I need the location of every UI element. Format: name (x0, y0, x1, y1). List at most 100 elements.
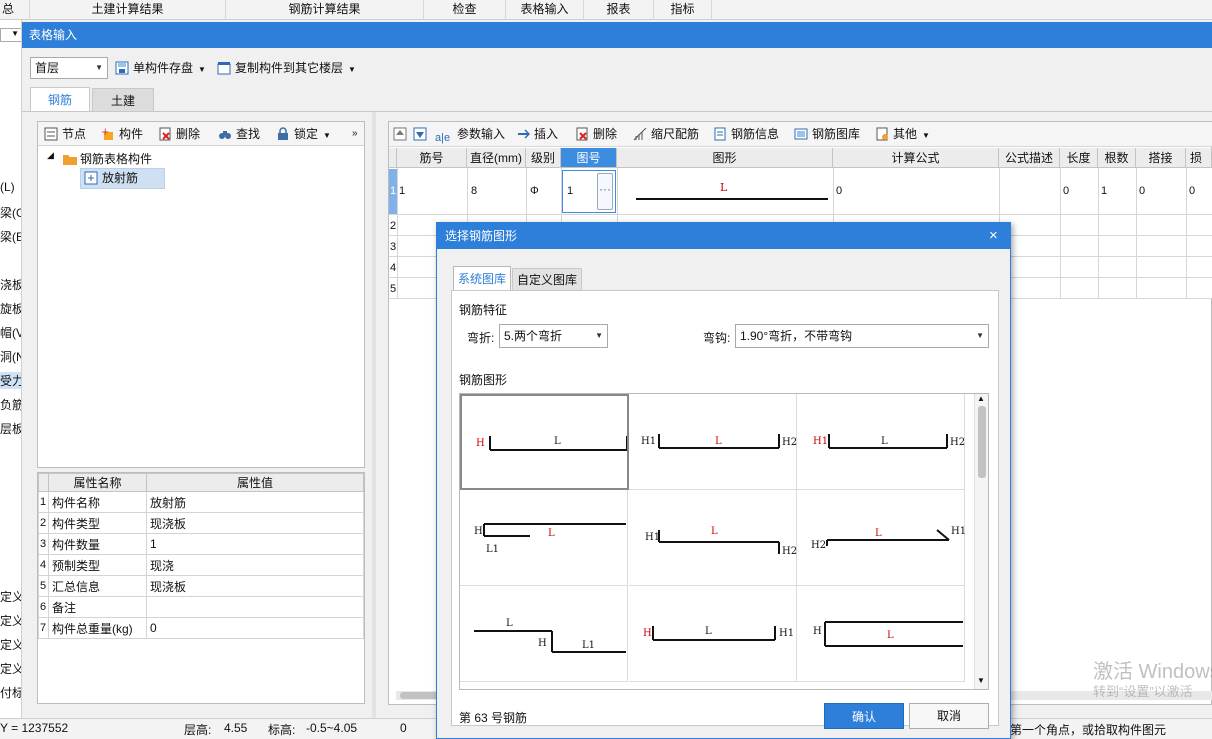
gallery-scrollbar[interactable]: ▲ ▼ (974, 394, 988, 689)
menu-item-report[interactable]: 报表 (584, 0, 654, 20)
svg-text:L: L (887, 630, 894, 641)
panel-splitter[interactable] (372, 112, 376, 718)
nav-item[interactable]: 梁(E (0, 228, 21, 245)
tree-child-node-selected[interactable]: 放射筋 (80, 168, 165, 189)
left-combo-stub[interactable]: ▼ (0, 28, 21, 42)
component-button[interactable]: + 构件 (101, 123, 143, 145)
nav-item[interactable]: 定义 (0, 588, 21, 605)
tab-system-library[interactable]: 系统图库 (453, 266, 511, 290)
property-value[interactable]: 现浇 (146, 554, 364, 576)
scroll-down-icon[interactable]: ▼ (977, 676, 985, 685)
hook-select-value: 1.90°弯折，不带弯钩 (740, 329, 853, 343)
folder-icon (62, 152, 77, 166)
nav-item[interactable]: 层板 (0, 420, 21, 437)
cell-bar-no[interactable]: 1 (399, 185, 405, 197)
property-value[interactable]: 现浇板 (146, 512, 364, 534)
nav-item[interactable]: 付标 (0, 684, 21, 701)
collapse-triangle-icon[interactable]: ◢ (47, 150, 54, 161)
svg-text:H: H (813, 626, 822, 637)
shape-option[interactable]: L H1 H2 (797, 490, 966, 586)
property-row-number: 3 (38, 533, 49, 555)
cell-diameter[interactable]: 8 (471, 185, 477, 197)
hook-select[interactable]: 1.90°弯折，不带弯钩 ▼ (735, 324, 989, 348)
nav-item[interactable]: 定义 (0, 636, 21, 653)
cell-shape-no-editor[interactable]: 1 ··· (562, 170, 616, 213)
menu-item-civil-results[interactable]: 土建计算结果 (30, 0, 226, 20)
shape-option-selected[interactable]: H L (460, 394, 629, 490)
nav-item[interactable]: 浇板 (0, 276, 21, 293)
save-component-button[interactable]: 单构件存盘 ▼ (115, 57, 206, 79)
svg-text:L1: L1 (582, 640, 595, 651)
ellipsis-button[interactable]: ··· (597, 173, 613, 210)
close-icon[interactable]: × (989, 227, 998, 245)
cell-length[interactable]: 0 (1063, 185, 1069, 197)
shape-option[interactable]: H1 L H2 (797, 394, 965, 490)
delete-button[interactable]: 删除 (158, 123, 200, 145)
grid-delete-button[interactable]: 删除 (575, 123, 617, 145)
grid-header-lap: 搭接 (1136, 148, 1186, 168)
other-button[interactable]: 其他 ▼ (875, 123, 930, 145)
shape-option[interactable]: L H L1 (460, 586, 628, 682)
insert-button[interactable]: 插入 (516, 123, 558, 145)
nav-item[interactable]: (L) (0, 180, 21, 194)
tab-rebar[interactable]: 钢筋 (30, 87, 90, 111)
nav-item-selected[interactable]: 受力 (0, 372, 21, 389)
rebar-info-button[interactable]: 钢筋信息 (713, 123, 779, 145)
cell-grade[interactable]: Φ (530, 185, 539, 197)
menu-item-check[interactable]: 检查 (424, 0, 506, 20)
lock-button[interactable]: 锁定 ▼ (276, 123, 331, 145)
menu-item-rebar-results[interactable]: 钢筋计算结果 (226, 0, 424, 20)
tab-civil[interactable]: 土建 (92, 88, 154, 111)
scale-rebar-button[interactable]: 缩尺配筋 (633, 123, 699, 145)
scroll-up-icon[interactable]: ▲ (977, 394, 985, 403)
cell-loss[interactable]: 0 (1189, 185, 1195, 197)
property-value[interactable]: 放射筋 (146, 491, 364, 513)
rebar-library-button[interactable]: 钢筋图库 (794, 123, 860, 145)
property-header-value: 属性值 (146, 473, 364, 492)
nav-item[interactable]: 帽(V (0, 324, 21, 341)
move-down-button[interactable] (413, 123, 431, 145)
menu-item-index[interactable]: 指标 (654, 0, 712, 20)
cell-formula[interactable]: 0 (836, 185, 842, 197)
shape-option[interactable]: H1 L H2 (629, 394, 797, 490)
property-value[interactable]: 0 (146, 617, 364, 639)
floor-select[interactable]: 首层 ▼ (30, 57, 108, 79)
nav-item[interactable]: 负筋 (0, 396, 21, 413)
tab-custom-library[interactable]: 自定义图库 (512, 268, 582, 290)
menu-item-summary[interactable]: 总 (0, 0, 30, 20)
shape-option[interactable]: H L H1 (629, 586, 797, 682)
nav-item[interactable]: 洞(N (0, 348, 21, 365)
property-value[interactable]: 现浇板 (146, 575, 364, 597)
cancel-button[interactable]: 取消 (909, 703, 989, 729)
find-button[interactable]: 查找 (218, 123, 260, 145)
nav-item[interactable]: 定义 (0, 612, 21, 629)
other-icon (875, 126, 889, 141)
cell-lap[interactable]: 0 (1139, 185, 1145, 197)
move-up-button[interactable] (393, 123, 411, 145)
tree-root-node[interactable]: 钢筋表格构件 (62, 150, 152, 167)
property-value[interactable]: 1 (146, 533, 364, 555)
scrollbar-thumb[interactable] (978, 406, 986, 478)
shape-option[interactable]: H1 L H2 (629, 490, 797, 586)
shape-option[interactable]: H L L1 (460, 490, 628, 586)
chevron-down-icon: ▼ (595, 331, 603, 340)
nav-item[interactable]: 旋板 (0, 300, 21, 317)
copy-to-floors-button[interactable]: 复制构件到其它楼层 ▼ (217, 57, 356, 79)
confirm-button[interactable]: 确认 (824, 703, 904, 729)
status-y-coordinate: Y = 1237552 (0, 721, 69, 735)
nav-item[interactable]: 定义 (0, 660, 21, 677)
property-value[interactable] (146, 596, 364, 618)
svg-text:H: H (538, 638, 547, 649)
cell-count[interactable]: 1 (1101, 185, 1107, 197)
overflow-chevron-icon[interactable]: » (352, 123, 358, 145)
nav-item[interactable]: 梁(G (0, 204, 21, 221)
bend-label: 弯折: (467, 331, 495, 345)
menu-item-table-input[interactable]: 表格输入 (506, 0, 584, 20)
row-number: 5 (390, 283, 397, 295)
param-input-label: 参数输入 (457, 127, 506, 141)
node-icon (44, 126, 58, 141)
shape-option[interactable]: H L (797, 586, 965, 682)
node-button[interactable]: 节点 (44, 123, 86, 145)
param-input-button[interactable]: a|e 参数输入 (435, 123, 505, 145)
bend-select[interactable]: 5.两个弯折 ▼ (499, 324, 608, 348)
